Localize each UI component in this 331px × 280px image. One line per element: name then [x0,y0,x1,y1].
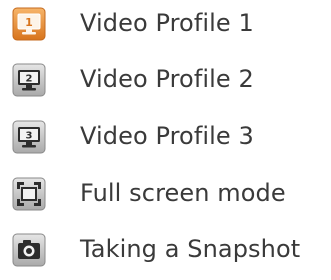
camera-icon[interactable] [12,233,46,267]
legend-item-video-profile-3: 3 Video Profile 3 [0,117,331,167]
legend-label: Video Profile 3 [80,122,254,150]
legend-label: Video Profile 2 [80,65,254,93]
legend-item-video-profile-1: 1 Video Profile 1 [0,4,331,54]
svg-text:3: 3 [26,131,33,142]
svg-text:1: 1 [25,16,33,29]
legend-item-taking-a-snapshot: Taking a Snapshot [0,230,331,280]
monitor-2-icon[interactable]: 2 [12,63,46,97]
legend-label: Full screen mode [80,179,286,207]
toolbar-icon-legend: 1 Video Profile 1 2 Video Profile 2 3 Vi… [0,0,331,278]
legend-item-video-profile-2: 2 Video Profile 2 [0,60,331,110]
legend-item-full-screen-mode: Full screen mode [0,174,331,224]
fullscreen-icon[interactable] [12,177,46,211]
svg-text:2: 2 [26,74,33,85]
legend-label: Video Profile 1 [80,9,254,37]
monitor-1-icon[interactable]: 1 [12,7,46,41]
legend-label: Taking a Snapshot [80,235,301,263]
monitor-3-icon[interactable]: 3 [12,120,46,154]
